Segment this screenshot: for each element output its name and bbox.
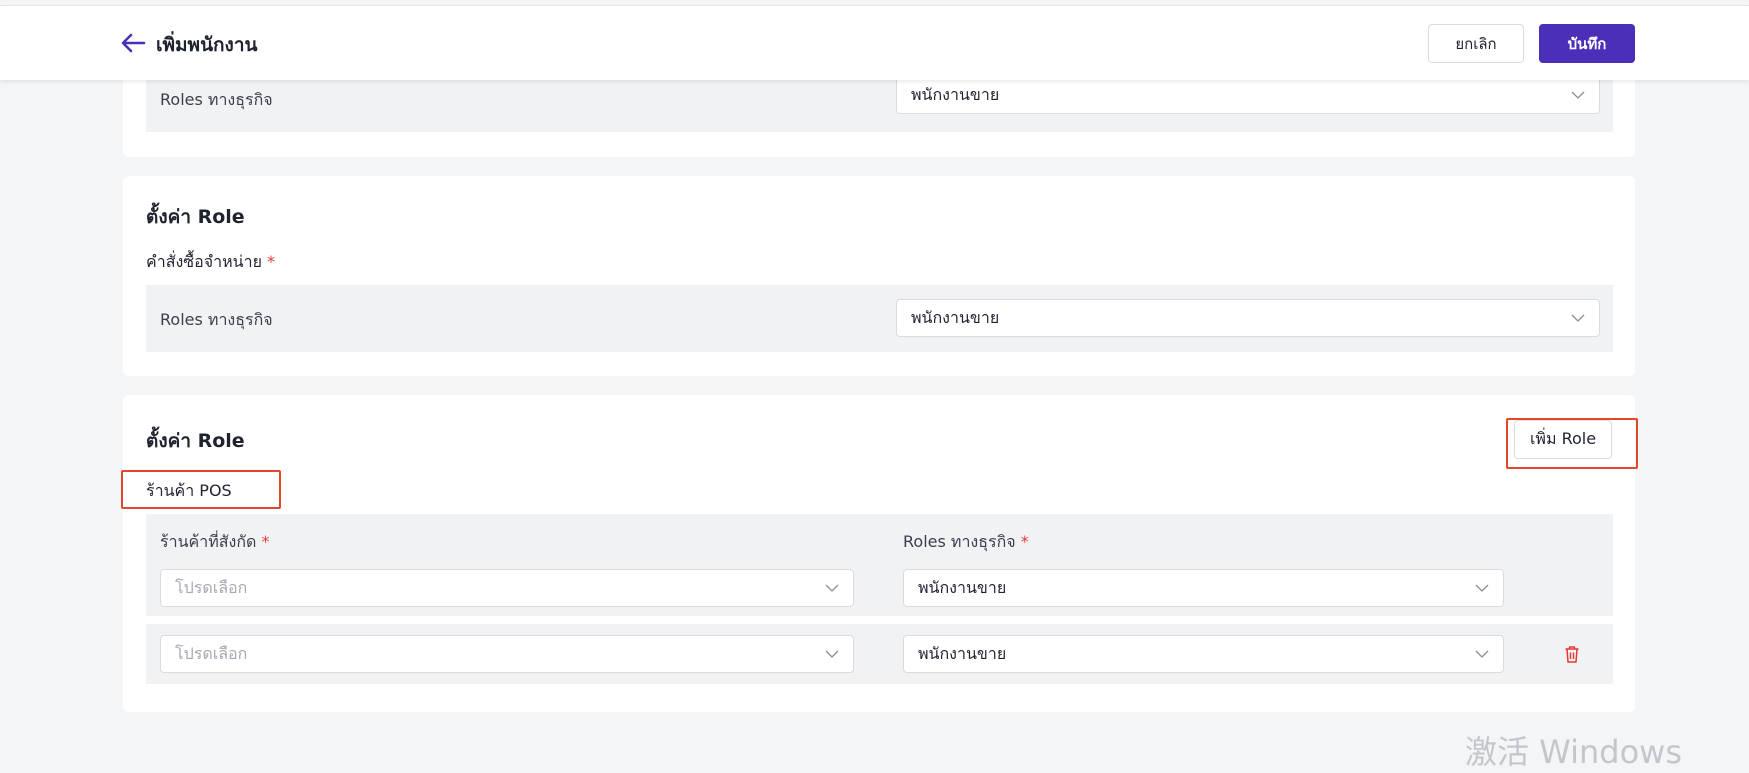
business-role-select-value: พนักงานขาย [911,84,1000,104]
sales-order-label: คำสั่งซื้อจำหน่าย * [146,250,275,275]
pos-business-role-select[interactable]: พนักงานขาย [903,569,1504,607]
save-button[interactable]: บันทึก [1539,24,1635,63]
required-mark: * [261,532,270,551]
sales-role-row-label: Roles ทางธุรกิจ [160,310,273,329]
pos-role-row-2: โปรดเลือก พนักงานขาย [146,624,1613,684]
chevron-down-icon [1571,91,1585,99]
assigned-store-column-label: ร้านค้าที่สังกัด * [160,530,270,555]
business-role-column-label-text: Roles ทางธุรกิจ [903,532,1016,551]
chevron-down-icon [825,650,839,658]
page-header: เพิ่มพนักงาน ยกเลิก บันทึก [0,6,1749,80]
business-role-column-label: Roles ทางธุรกิจ * [903,530,1029,555]
business-role-label: Roles ทางธุรกิจ [160,90,273,109]
cancel-button[interactable]: ยกเลิก [1428,24,1524,63]
pos-role-row-1: ร้านค้าที่สังกัด * Roles ทางธุรกิจ * โปร… [146,514,1613,616]
section-title: ตั้งค่า Role [146,430,245,452]
required-mark: * [267,252,276,271]
highlight-box-pos-store [121,470,281,509]
sales-order-label-text: คำสั่งซื้อจำหน่าย [146,252,262,271]
pos-business-role-value: พนักงานขาย [918,643,1007,663]
sales-role-row: Roles ทางธุรกิจ พนักงานขาย [146,285,1613,352]
chevron-down-icon [1571,314,1585,322]
back-arrow-icon[interactable] [120,32,146,54]
pos-business-role-select[interactable]: พนักงานขาย [903,635,1504,673]
chevron-down-icon [1475,584,1489,592]
windows-activation-watermark: 激活 Windows [1465,733,1683,771]
business-role-select[interactable]: พนักงานขาย [896,76,1600,114]
highlight-box-add-role [1506,418,1638,469]
role-settings-card-pos: ตั้งค่า Role เพิ่ม Role ร้านค้า POS ร้าน… [123,395,1635,712]
assigned-store-placeholder: โปรดเลือก [175,577,248,597]
trash-icon[interactable] [1564,645,1580,663]
pos-business-role-value: พนักงานขาย [918,577,1007,597]
required-mark: * [1020,532,1029,551]
chevron-down-icon [825,584,839,592]
assigned-store-column-label-text: ร้านค้าที่สังกัด [160,532,257,551]
assigned-store-placeholder: โปรดเลือก [175,643,248,663]
sales-role-select[interactable]: พนักงานขาย [896,299,1600,337]
assigned-store-select[interactable]: โปรดเลือก [160,569,854,607]
chevron-down-icon [1475,650,1489,658]
sales-role-select-value: พนักงานขาย [911,307,1000,327]
section-title: ตั้งค่า Role [146,206,245,228]
assigned-store-select[interactable]: โปรดเลือก [160,635,854,673]
page-title: เพิ่มพนักงาน [156,34,258,56]
role-settings-card-sales: ตั้งค่า Role คำสั่งซื้อจำหน่าย * Roles ท… [123,176,1635,376]
